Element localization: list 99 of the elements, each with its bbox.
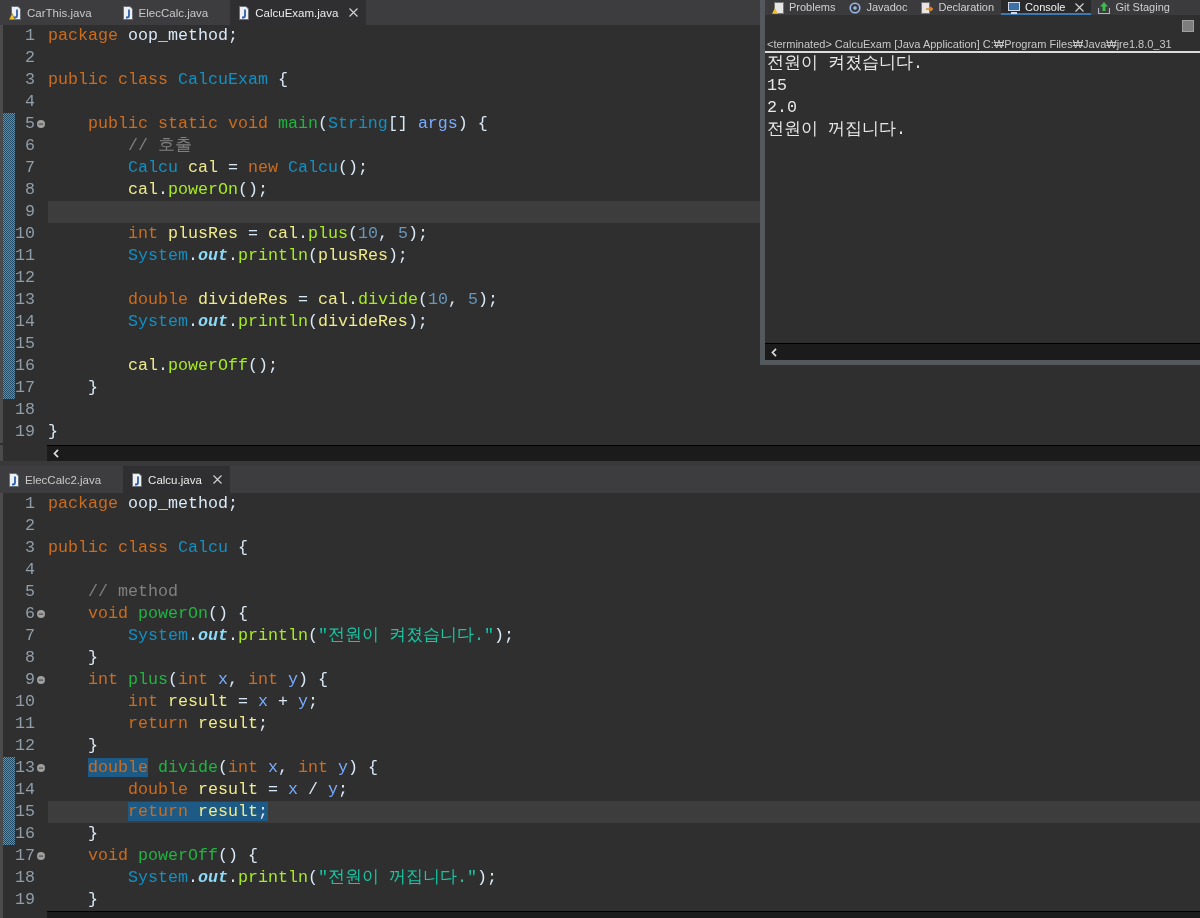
close-icon[interactable] — [212, 475, 222, 484]
line-number: 7 — [24, 625, 35, 647]
console-output-line: 2.0 — [767, 97, 797, 119]
horizontal-scrollbar[interactable] — [47, 445, 1200, 461]
line-number: 17 — [15, 377, 35, 399]
editor-tab[interactable]: CarThis.java — [0, 0, 114, 25]
code-line: } — [48, 421, 58, 443]
clipboard-warning-icon — [772, 1, 784, 14]
code-line: System.out.println("전원이 켜졌습니다."); — [126, 625, 514, 647]
collapse-icon[interactable] — [36, 676, 45, 684]
collapse-icon[interactable] — [36, 852, 45, 860]
code-line: } — [86, 377, 98, 399]
line-number: 14 — [15, 779, 35, 801]
view-tab[interactable]: Declaration — [914, 0, 1002, 15]
line-number: 1 — [24, 25, 35, 47]
line-number: 11 — [15, 713, 35, 735]
line-number: 14 — [15, 311, 35, 333]
line-number: 13 — [15, 289, 35, 311]
line-number: 13 — [15, 757, 35, 779]
line-number: 16 — [15, 823, 35, 845]
line-number: 10 — [15, 691, 35, 713]
code-line: System.out.println(plusRes); — [126, 245, 408, 267]
code-line: int result = x + y; — [126, 691, 318, 713]
code-line: public static void main(String[] args) { — [86, 113, 488, 135]
line-number: 18 — [15, 867, 35, 889]
code-line: int plus(int x, int y) { — [86, 669, 328, 691]
upload-tray-icon — [1098, 1, 1111, 14]
code-line: void powerOff() { — [86, 845, 258, 867]
line-number: 5 — [24, 581, 35, 603]
code-line: cal.powerOn(); — [126, 179, 268, 201]
view-tab[interactable]: Javadoc — [842, 0, 915, 15]
line-number: 18 — [15, 399, 35, 421]
view-tab[interactable]: Problems — [765, 0, 843, 15]
code-line: package oop_method; — [48, 25, 238, 47]
view-tab[interactable]: Console — [1001, 0, 1092, 15]
collapse-icon[interactable] — [36, 764, 45, 772]
line-number: 7 — [24, 157, 35, 179]
line-number: 17 — [15, 845, 35, 867]
collapse-icon[interactable] — [36, 120, 45, 128]
console-output-line: 전원이 켜졌습니다. — [767, 53, 923, 75]
editor-tab[interactable]: Calcu.java — [123, 466, 230, 493]
line-number: 16 — [15, 355, 35, 377]
line-number: 5 — [24, 113, 35, 135]
code-line: } — [86, 889, 98, 911]
line-number: 1 — [24, 493, 35, 515]
code-line: Calcu cal = new Calcu(); — [126, 157, 368, 179]
chevron-left-icon[interactable] — [771, 347, 777, 357]
code-line: int plusRes = cal.plus(10, 5); — [126, 223, 428, 245]
close-icon[interactable] — [1075, 3, 1085, 12]
code-line: double divide(int x, int y) { — [86, 757, 378, 779]
editor-tab[interactable]: CalcuExam.java — [230, 0, 367, 25]
console-output-line: 15 — [767, 75, 787, 97]
code-line: public class CalcuExam { — [48, 69, 288, 91]
horizontal-scrollbar[interactable] — [765, 343, 1200, 360]
line-number: 2 — [24, 47, 35, 69]
console-output-line: 전원이 꺼집니다. — [767, 119, 906, 141]
view-tab[interactable]: Git Staging — [1091, 0, 1177, 15]
line-number: 9 — [24, 201, 35, 223]
line-number: 8 — [24, 647, 35, 669]
code-line: System.out.println("전원이 꺼집니다."); — [126, 867, 497, 889]
chevron-left-icon[interactable] — [53, 449, 59, 458]
line-number: 6 — [24, 135, 35, 157]
line-number: 19 — [15, 421, 35, 443]
line-number: 4 — [24, 91, 35, 113]
code-line: double divideRes = cal.divide(10, 5); — [126, 289, 498, 311]
close-icon[interactable] — [349, 8, 359, 17]
code-line: } — [86, 823, 98, 845]
code-line: // 호출 — [126, 135, 192, 157]
line-number: 8 — [24, 179, 35, 201]
line-number: 11 — [15, 245, 35, 267]
line-number: 12 — [15, 735, 35, 757]
line-number: 19 — [15, 889, 35, 911]
monitor-icon — [1008, 1, 1021, 14]
ring-icon — [849, 1, 862, 14]
code-line: } — [86, 647, 98, 669]
line-number: 10 — [15, 223, 35, 245]
code-line: } — [86, 735, 98, 757]
code-line: // method — [86, 581, 178, 603]
editor-tab[interactable]: ElecCalc.java — [113, 0, 231, 25]
line-number: 2 — [24, 515, 35, 537]
line-number: 3 — [24, 537, 35, 559]
horizontal-scrollbar[interactable] — [47, 911, 1200, 918]
line-number: 15 — [15, 801, 35, 823]
code-line: public class Calcu { — [48, 537, 248, 559]
code-line: void powerOn() { — [86, 603, 248, 625]
line-number: 12 — [15, 267, 35, 289]
code-line: System.out.println(divideRes); — [126, 311, 428, 333]
line-number: 15 — [15, 333, 35, 355]
code-line: package oop_method; — [48, 493, 238, 515]
line-number: 4 — [24, 559, 35, 581]
console-process-label: <terminated> CalcuExam [Java Application] C:₩Program Files₩Java₩jre1.8.0_31 — [766, 37, 1172, 51]
editor-tab[interactable]: ElecCalc2.java — [0, 466, 124, 493]
line-number: 6 — [24, 603, 35, 625]
line-number: 9 — [24, 669, 35, 691]
code-line: return result; — [126, 713, 268, 735]
code-line: cal.powerOff(); — [126, 355, 278, 377]
collapse-icon[interactable] — [36, 610, 45, 618]
line-number: 3 — [24, 69, 35, 91]
code-line: double result = x / y; — [126, 779, 348, 801]
